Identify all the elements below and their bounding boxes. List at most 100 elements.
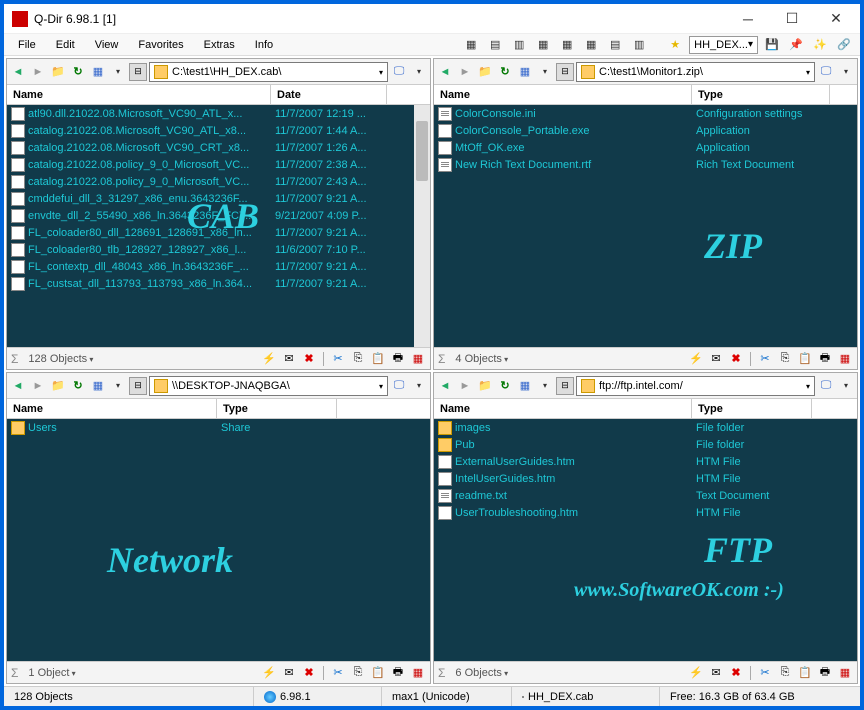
layout-1-icon[interactable]: ▦: [463, 37, 479, 53]
scrollbar[interactable]: [414, 105, 430, 347]
view-button[interactable]: [516, 377, 534, 395]
list-item[interactable]: catalog.21022.08.Microsoft_VC90_ATL_x8..…: [7, 122, 430, 139]
forward-button[interactable]: [29, 377, 47, 395]
list-item[interactable]: imagesFile folder: [434, 419, 857, 436]
column-type[interactable]: Type: [692, 85, 830, 104]
address-dropdown[interactable]: [379, 380, 383, 392]
column-date[interactable]: Date: [271, 85, 387, 104]
layout-6-icon[interactable]: ▦: [583, 37, 599, 53]
screen-button[interactable]: [817, 377, 835, 395]
fav-icon[interactable]: ★: [667, 37, 683, 53]
refresh-button[interactable]: [69, 377, 87, 395]
grid-icon[interactable]: ▦: [837, 351, 853, 367]
mail-icon[interactable]: ✉: [281, 351, 297, 367]
column-name[interactable]: Name: [7, 85, 271, 104]
list-item[interactable]: MtOff_OK.exeApplication: [434, 139, 857, 156]
screen-dropdown[interactable]: [837, 63, 855, 81]
column-type[interactable]: Type: [217, 399, 337, 418]
paste-icon[interactable]: 📋: [370, 351, 386, 367]
column-name[interactable]: Name: [434, 399, 692, 418]
file-list[interactable]: UsersShareNetwork: [7, 419, 430, 661]
list-item[interactable]: catalog.21022.08.policy_9_0_Microsoft_VC…: [7, 173, 430, 190]
menu-favorites[interactable]: Favorites: [130, 37, 191, 53]
screen-dropdown[interactable]: [837, 377, 855, 395]
list-item[interactable]: FL_custsat_dll_113793_113793_x86_ln.364.…: [7, 275, 430, 292]
column-name[interactable]: Name: [7, 399, 217, 418]
screen-button[interactable]: [390, 377, 408, 395]
back-button[interactable]: [9, 63, 27, 81]
object-count[interactable]: 128 Objects: [24, 353, 97, 365]
hhdex-dropdown[interactable]: HH_DEX... ▾: [689, 36, 758, 54]
forward-button[interactable]: [456, 63, 474, 81]
list-item[interactable]: cmddefui_dll_3_31297_x86_enu.3643236F...…: [7, 190, 430, 207]
paste-icon[interactable]: 📋: [797, 351, 813, 367]
cut-icon[interactable]: ✂: [757, 665, 773, 681]
delete-icon[interactable]: ✖: [728, 665, 744, 681]
view-button[interactable]: [516, 63, 534, 81]
view-dropdown[interactable]: [109, 63, 127, 81]
menu-view[interactable]: View: [87, 37, 127, 53]
up-button[interactable]: [49, 63, 67, 81]
up-button[interactable]: [476, 377, 494, 395]
list-item[interactable]: catalog.21022.08.policy_9_0_Microsoft_VC…: [7, 156, 430, 173]
copy-icon[interactable]: ⎘: [777, 351, 793, 367]
screen-button[interactable]: [390, 63, 408, 81]
list-item[interactable]: ExternalUserGuides.htmHTM File: [434, 453, 857, 470]
view-dropdown[interactable]: [536, 377, 554, 395]
list-item[interactable]: ColorConsole.iniConfiguration settings: [434, 105, 857, 122]
cut-icon[interactable]: ✂: [330, 351, 346, 367]
view-dropdown[interactable]: [536, 63, 554, 81]
view-button[interactable]: [89, 63, 107, 81]
bolt-icon[interactable]: ⚡: [688, 351, 704, 367]
cut-icon[interactable]: ✂: [330, 665, 346, 681]
list-item[interactable]: ColorConsole_Portable.exeApplication: [434, 122, 857, 139]
view-dropdown[interactable]: [109, 377, 127, 395]
pin-icon[interactable]: 📌: [788, 37, 804, 53]
list-item[interactable]: UserTroubleshooting.htmHTM File: [434, 504, 857, 521]
drive-icon[interactable]: ⊟: [129, 63, 147, 81]
mail-icon[interactable]: ✉: [281, 665, 297, 681]
list-item[interactable]: PubFile folder: [434, 436, 857, 453]
list-item[interactable]: FL_coloader80_tlb_128927_128927_x86_l...…: [7, 241, 430, 258]
copy-icon[interactable]: ⎘: [350, 351, 366, 367]
object-count[interactable]: 6 Objects: [451, 667, 512, 679]
drive-icon[interactable]: ⊟: [556, 63, 574, 81]
address-bar[interactable]: \\DESKTOP-JNAQBGA\: [149, 376, 388, 396]
back-button[interactable]: [436, 63, 454, 81]
menu-edit[interactable]: Edit: [48, 37, 83, 53]
refresh-button[interactable]: [69, 63, 87, 81]
grid-icon[interactable]: ▦: [410, 351, 426, 367]
list-item[interactable]: New Rich Text Document.rtfRich Text Docu…: [434, 156, 857, 173]
address-dropdown[interactable]: [806, 380, 810, 392]
view-button[interactable]: [89, 377, 107, 395]
back-button[interactable]: [436, 377, 454, 395]
refresh-button[interactable]: [496, 377, 514, 395]
address-dropdown[interactable]: [806, 66, 810, 78]
list-item[interactable]: envdte_dll_2_55490_x86_ln.3643236F_FC7..…: [7, 207, 430, 224]
file-list[interactable]: ColorConsole.iniConfiguration settingsCo…: [434, 105, 857, 347]
object-count[interactable]: 1 Object: [24, 667, 79, 679]
layout-5-icon[interactable]: ▦: [559, 37, 575, 53]
list-item[interactable]: readme.txtText Document: [434, 487, 857, 504]
maximize-button[interactable]: ☐: [770, 5, 814, 33]
layout-3-icon[interactable]: ▥: [511, 37, 527, 53]
mail-icon[interactable]: ✉: [708, 665, 724, 681]
link-icon[interactable]: 🔗: [836, 37, 852, 53]
grid-icon[interactable]: ▦: [410, 665, 426, 681]
refresh-button[interactable]: [496, 63, 514, 81]
address-bar[interactable]: C:\test1\Monitor1.zip\: [576, 62, 815, 82]
list-item[interactable]: atl90.dll.21022.08.Microsoft_VC90_ATL_x.…: [7, 105, 430, 122]
up-button[interactable]: [49, 377, 67, 395]
print-icon[interactable]: 🖶: [817, 351, 833, 367]
mail-icon[interactable]: ✉: [708, 351, 724, 367]
drive-icon[interactable]: ⊟: [129, 377, 147, 395]
delete-icon[interactable]: ✖: [301, 665, 317, 681]
close-button[interactable]: ✕: [814, 5, 858, 33]
menu-file[interactable]: File: [10, 37, 44, 53]
layout-2-icon[interactable]: ▤: [487, 37, 503, 53]
grid-icon[interactable]: ▦: [837, 665, 853, 681]
bolt-icon[interactable]: ⚡: [688, 665, 704, 681]
print-icon[interactable]: 🖶: [390, 665, 406, 681]
column-type[interactable]: Type: [692, 399, 812, 418]
save-icon[interactable]: 💾: [764, 37, 780, 53]
